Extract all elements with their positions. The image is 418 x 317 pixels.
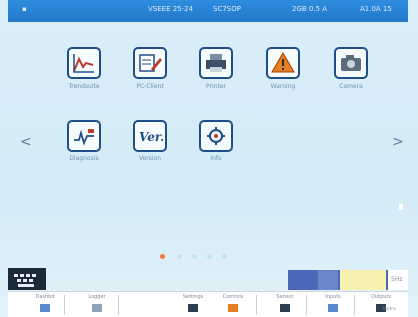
keyboard-button[interactable] bbox=[8, 268, 46, 290]
inputs-icon bbox=[328, 304, 338, 312]
warning-icon bbox=[271, 52, 295, 73]
app-trendsuite[interactable] bbox=[67, 47, 101, 79]
page-dot-3[interactable] bbox=[192, 254, 197, 259]
dashboard-icon bbox=[40, 304, 50, 312]
next-page-arrow[interactable]: > bbox=[392, 134, 404, 150]
sensor-icon bbox=[280, 304, 290, 312]
keyboard-icon bbox=[14, 274, 18, 277]
toolbar-item-3[interactable]: Settings bbox=[178, 294, 208, 316]
top-status-bar: ▪ VSEEE 25-24 SC7SOP 2GB 0.5 A A1.0A 15 bbox=[8, 0, 408, 22]
app-label-diagnosis: Diagnosis bbox=[69, 155, 99, 162]
printer-icon bbox=[206, 54, 226, 72]
toolbar-item-2[interactable]: Logger bbox=[82, 294, 112, 316]
app-info[interactable] bbox=[199, 120, 233, 152]
app-printer[interactable] bbox=[199, 47, 233, 79]
settings-icon bbox=[188, 304, 198, 312]
toolbar-item-6[interactable]: Inputs bbox=[318, 294, 348, 316]
logger-icon bbox=[92, 304, 102, 312]
topbar-item-4: A1.0A 15 bbox=[360, 5, 392, 13]
toolbar-item-4[interactable]: Controls bbox=[218, 294, 248, 316]
chart-icon bbox=[73, 54, 94, 73]
app-label-printer: Printer bbox=[206, 83, 226, 90]
version-icon: Ver. bbox=[139, 130, 163, 144]
signal-icon bbox=[74, 129, 94, 146]
app-diagnosis[interactable] bbox=[67, 120, 101, 152]
app-label-warning: Warning bbox=[270, 83, 296, 90]
app-version[interactable]: Ver. bbox=[133, 120, 167, 152]
status-marker: ▪ bbox=[22, 5, 27, 13]
controls-icon bbox=[228, 304, 238, 312]
app-warning[interactable] bbox=[266, 47, 300, 79]
app-pc-client[interactable] bbox=[133, 47, 167, 79]
topbar-item-2: SC7SOP bbox=[213, 5, 241, 13]
app-label-info: Info bbox=[210, 155, 222, 162]
toolbar-item-5[interactable]: Sensor bbox=[270, 294, 300, 316]
app-camera[interactable] bbox=[334, 47, 368, 79]
page-dot-5[interactable] bbox=[222, 254, 227, 259]
toolbar-item-1[interactable]: Dashbd bbox=[30, 294, 60, 316]
status-text: 5Hz bbox=[391, 276, 403, 283]
toolbar-item-8[interactable]: Alarms bbox=[380, 306, 398, 316]
document-pen-icon bbox=[139, 54, 162, 72]
gear-icon bbox=[207, 127, 225, 145]
status-strip: 5Hz bbox=[288, 270, 408, 290]
bottom-toolbar: Dashbd Logger Settings Controls Sensor I… bbox=[8, 291, 408, 317]
app-label-version: Version bbox=[138, 155, 162, 162]
camera-icon bbox=[341, 55, 361, 71]
topbar-item-1: VSEEE 25-24 bbox=[148, 5, 194, 13]
app-label-camera: Camera bbox=[339, 83, 363, 90]
scroll-handle[interactable] bbox=[399, 204, 403, 210]
page-dot-4[interactable] bbox=[207, 254, 212, 259]
home-screen: ▪ VSEEE 25-24 SC7SOP 2GB 0.5 A A1.0A 15 … bbox=[0, 0, 418, 317]
svg-text:Ver.: Ver. bbox=[139, 130, 163, 144]
app-label-trendsuite: Trendsuite bbox=[68, 83, 100, 90]
page-dot-1[interactable] bbox=[160, 254, 165, 259]
app-label-pc-client: PC-Client bbox=[136, 83, 164, 90]
topbar-item-3: 2GB 0.5 A bbox=[292, 5, 328, 13]
page-dot-2[interactable] bbox=[177, 254, 182, 259]
previous-page-arrow[interactable]: < bbox=[20, 134, 32, 150]
